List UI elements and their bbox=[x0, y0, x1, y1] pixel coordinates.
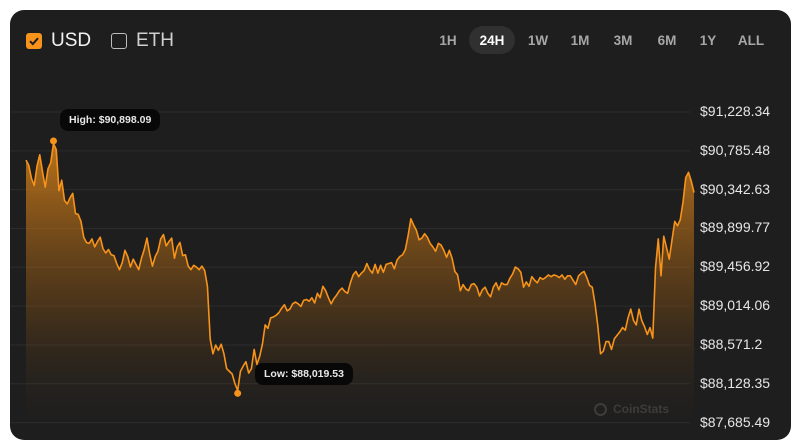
coinstats-watermark: CoinStats bbox=[594, 402, 669, 416]
y-tick-label: $90,785.48 bbox=[700, 141, 771, 158]
y-tick-label: $89,899.77 bbox=[700, 219, 771, 236]
y-tick-label: $89,014.06 bbox=[700, 297, 771, 314]
y-tick-label: $87,685.49 bbox=[700, 413, 771, 430]
watermark-label: CoinStats bbox=[613, 402, 670, 416]
price-area-chart[interactable] bbox=[10, 10, 791, 440]
coinstats-logo-icon bbox=[594, 402, 607, 416]
y-tick-label: $91,228.34 bbox=[700, 103, 771, 119]
y-tick-label: $88,571.2 bbox=[700, 335, 763, 352]
y-tick-label: $90,342.63 bbox=[700, 180, 771, 197]
price-chart-card: USD ETH 1H 24H 1W 1M 3M 6M 1Y ALL $91,22… bbox=[10, 10, 791, 440]
low-point-marker bbox=[234, 389, 242, 397]
high-price-tooltip: High: $90,898.09 bbox=[60, 109, 161, 131]
low-price-tooltip: Low: $88,019.53 bbox=[255, 363, 353, 385]
y-tick-label: $89,456.92 bbox=[700, 258, 771, 275]
y-tick-label: $88,128.35 bbox=[700, 374, 771, 391]
high-point-marker bbox=[49, 137, 57, 145]
